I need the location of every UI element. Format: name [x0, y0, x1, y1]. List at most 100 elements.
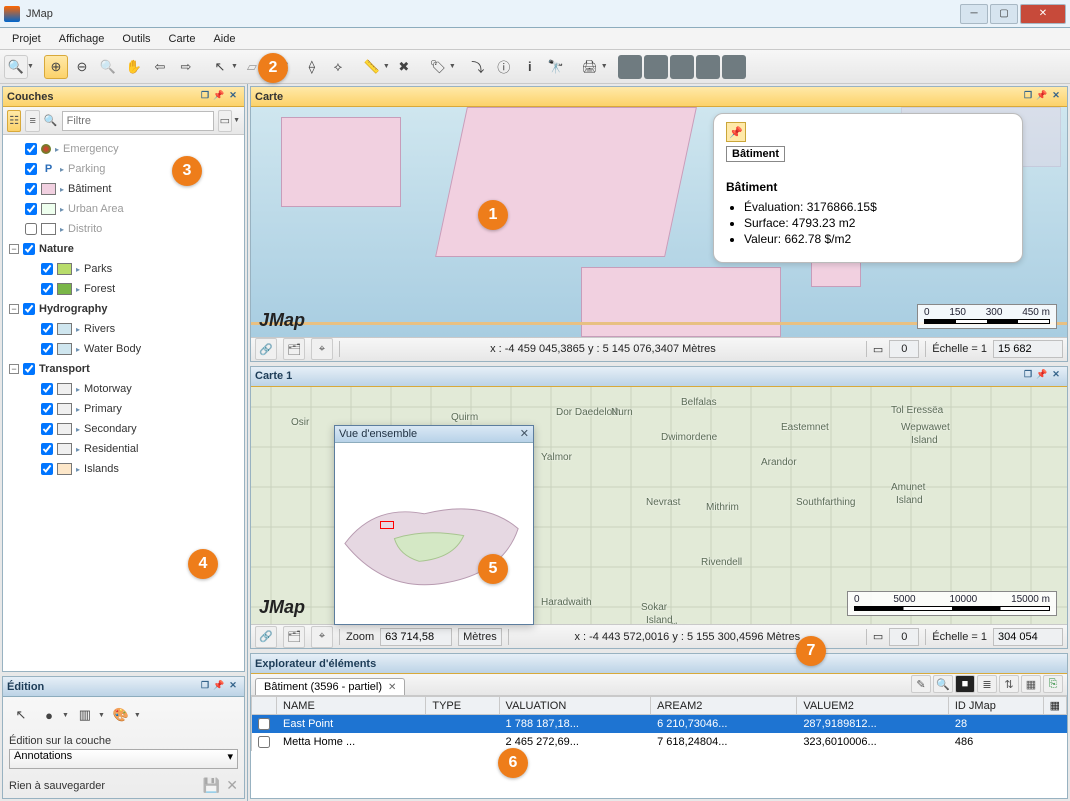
- exp-dark-icon[interactable]: ■: [955, 675, 975, 693]
- table-row[interactable]: Metta Home ...2 465 272,69...7 618,24804…: [252, 733, 1067, 751]
- sb-link-icon[interactable]: 🔗: [255, 626, 277, 648]
- window-tile4-icon[interactable]: [696, 55, 720, 79]
- layer-row[interactable]: ▸ Distrito: [5, 219, 242, 239]
- map1-scale-input[interactable]: [993, 340, 1063, 358]
- pan-left-icon[interactable]: ⇦: [148, 55, 172, 79]
- column-header[interactable]: TYPE: [426, 697, 499, 715]
- pin-icon[interactable]: 📌: [726, 122, 746, 142]
- expander-icon[interactable]: −: [9, 304, 19, 314]
- overview-window[interactable]: Vue d'ensemble ✕: [334, 425, 534, 625]
- layers-sel-icon[interactable]: ▭: [218, 110, 232, 132]
- sb-layers-icon[interactable]: 🗂: [283, 338, 305, 360]
- zoom-in-icon[interactable]: ⊕: [44, 55, 68, 79]
- panel-pin-icon[interactable]: 📌: [1035, 369, 1049, 383]
- menu-aide[interactable]: Aide: [205, 31, 243, 47]
- ed-save-icon[interactable]: 💾: [203, 777, 220, 794]
- tab-close-icon[interactable]: ✕: [388, 682, 396, 693]
- layer-row[interactable]: ▸ Water Body: [5, 339, 242, 359]
- edition-layer-select[interactable]: Annotations ▾: [9, 749, 238, 769]
- layer-row[interactable]: − Hydrography: [5, 299, 242, 319]
- exp-search-icon[interactable]: 🔍: [933, 675, 953, 693]
- panel-restore-icon[interactable]: ❐: [1021, 369, 1035, 383]
- layer-row[interactable]: ▸ Urban Area: [5, 199, 242, 219]
- layer-checkbox[interactable]: [41, 383, 53, 395]
- sb-layers-icon[interactable]: 🗂: [283, 626, 305, 648]
- layer-checkbox[interactable]: [23, 243, 35, 255]
- row-checkbox[interactable]: [258, 736, 270, 748]
- layer-row[interactable]: ▸ Islands: [5, 459, 242, 479]
- layer-checkbox[interactable]: [41, 403, 53, 415]
- column-header[interactable]: VALUEM2: [797, 697, 949, 715]
- layer-checkbox[interactable]: [25, 223, 37, 235]
- explorer-tab[interactable]: Bâtiment (3596 - partiel) ✕: [255, 678, 405, 695]
- info-popup-icon[interactable]: ⤵: [466, 55, 490, 79]
- exp-edit-icon[interactable]: ✎: [911, 675, 931, 693]
- zoom-out-icon[interactable]: ⊖: [70, 55, 94, 79]
- window-flag-icon[interactable]: [722, 55, 746, 79]
- layers-tree-icon[interactable]: ☷: [7, 110, 21, 132]
- layer-checkbox[interactable]: [41, 323, 53, 335]
- overview-header[interactable]: Vue d'ensemble ✕: [335, 426, 533, 443]
- layer-row[interactable]: P ▸ Parking: [5, 159, 242, 179]
- overview-extent-rect[interactable]: [380, 521, 394, 529]
- map1-view[interactable]: JMap 📌 Bâtiment Bâtiment Évaluation: 317…: [251, 107, 1067, 337]
- layer-tree[interactable]: ▸ Emergency P ▸ Parking ▸ Bâtiment ▸ Urb…: [3, 135, 244, 671]
- row-checkbox[interactable]: [258, 718, 270, 730]
- panel-pin-icon[interactable]: 📌: [212, 680, 226, 694]
- column-header[interactable]: AREAM2: [651, 697, 797, 715]
- map1-header[interactable]: Carte ❐ 📌 ✕: [251, 87, 1067, 107]
- panel-restore-icon[interactable]: ❐: [198, 680, 212, 694]
- layer-row[interactable]: ▸ Residential: [5, 439, 242, 459]
- menu-carte[interactable]: Carte: [161, 31, 204, 47]
- measure-clear-icon[interactable]: ✖: [392, 55, 416, 79]
- exp-sort-icon[interactable]: ⇅: [999, 675, 1019, 693]
- exp-export-icon[interactable]: ⎘: [1043, 675, 1063, 693]
- ed-shape-icon[interactable]: ▥: [73, 703, 97, 727]
- layer-checkbox[interactable]: [25, 203, 37, 215]
- overview-body[interactable]: [335, 443, 533, 624]
- column-header[interactable]: VALUATION: [499, 697, 651, 715]
- pan-icon[interactable]: ✋: [122, 55, 146, 79]
- layer-checkbox[interactable]: [25, 183, 37, 195]
- edition-panel-header[interactable]: Édition ❐ 📌 ✕: [3, 677, 244, 697]
- measure-line-icon[interactable]: 📏: [360, 55, 384, 79]
- sb-target-icon[interactable]: ⌖: [311, 338, 333, 360]
- panel-restore-icon[interactable]: ❐: [1021, 90, 1035, 104]
- layer-row[interactable]: ▸ Forest: [5, 279, 242, 299]
- snap2-icon[interactable]: ⟠: [300, 55, 324, 79]
- layer-checkbox[interactable]: [25, 163, 37, 175]
- panel-close-icon[interactable]: ✕: [1049, 90, 1063, 104]
- sb-link-icon[interactable]: 🔗: [255, 338, 277, 360]
- panel-pin-icon[interactable]: 📌: [212, 90, 226, 104]
- overview-close-icon[interactable]: ✕: [520, 427, 529, 440]
- columns-config-icon[interactable]: ▦: [1043, 697, 1066, 715]
- layer-checkbox[interactable]: [23, 363, 35, 375]
- ed-circle-icon[interactable]: ●: [37, 703, 61, 727]
- layer-checkbox[interactable]: [25, 143, 37, 155]
- layers-filter-input[interactable]: [62, 111, 214, 131]
- window-tile1-icon[interactable]: [618, 55, 642, 79]
- panel-close-icon[interactable]: ✕: [1049, 369, 1063, 383]
- explorer-header[interactable]: Explorateur d'éléments: [251, 654, 1067, 674]
- layer-row[interactable]: ▸ Parks: [5, 259, 242, 279]
- panel-close-icon[interactable]: ✕: [226, 90, 240, 104]
- info2-icon[interactable]: i: [518, 55, 542, 79]
- maximize-button[interactable]: ▢: [990, 4, 1018, 24]
- layer-row[interactable]: ▸ Bâtiment: [5, 179, 242, 199]
- layer-row[interactable]: − Transport: [5, 359, 242, 379]
- column-header[interactable]: NAME: [277, 697, 426, 715]
- layer-row[interactable]: − Nature: [5, 239, 242, 259]
- layers-list-icon[interactable]: ≡: [25, 110, 39, 132]
- identify-icon[interactable]: ⓘ: [492, 55, 516, 79]
- expander-icon[interactable]: −: [9, 364, 19, 374]
- select-arrow-icon[interactable]: ↖: [208, 55, 232, 79]
- exp-grid-icon[interactable]: ▦: [1021, 675, 1041, 693]
- layer-row[interactable]: ▸ Emergency: [5, 139, 242, 159]
- layer-checkbox[interactable]: [41, 443, 53, 455]
- layer-row[interactable]: ▸ Motorway: [5, 379, 242, 399]
- table-row[interactable]: East Point1 788 187,18...6 210,73046...2…: [252, 715, 1067, 733]
- zoom-extent-icon[interactable]: 🔍: [4, 55, 28, 79]
- ed-cancel-icon[interactable]: ✕: [226, 777, 238, 794]
- layer-row[interactable]: ▸ Primary: [5, 399, 242, 419]
- map2-zoom-input[interactable]: [380, 628, 452, 646]
